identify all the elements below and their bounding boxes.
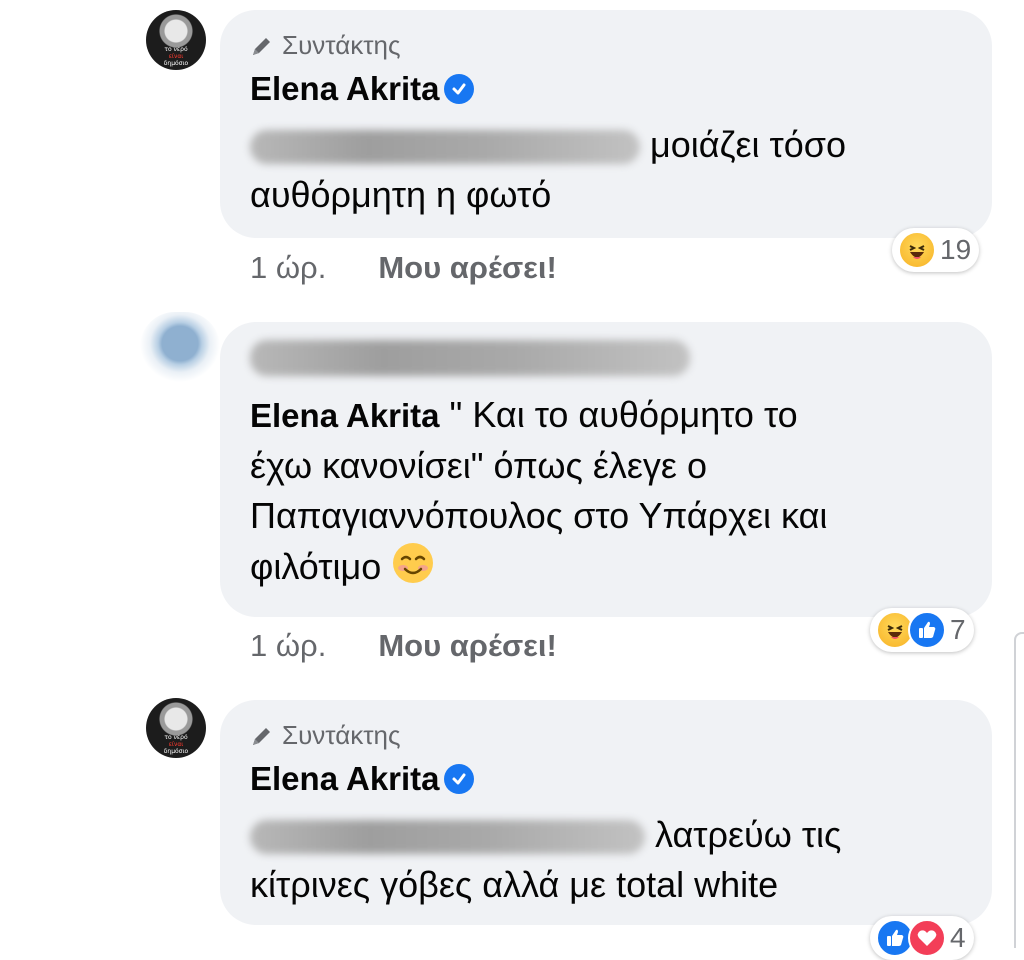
comment-bubble[interactable]: Συντάκτης Elena Akrita λατρεύω τις κίτρι… [220, 700, 992, 925]
redacted-author-line [250, 340, 700, 376]
scroll-container-edge [1014, 632, 1024, 948]
comment-text: Elena Akrita " Και το αυθόρμητο το έχω κ… [250, 390, 972, 598]
avatar-caption-line: το νερό [164, 734, 188, 741]
comment-bubble[interactable]: Συντάκτης Elena Akrita μοιάζει τόσο αυθό… [220, 10, 992, 238]
comment-text-segment: φιλότιμο [250, 546, 382, 587]
comment-text-segment: " Και το αυθόρμητο το [439, 394, 798, 435]
reaction-summary[interactable]: 19 [892, 228, 980, 272]
author-avatar[interactable]: το νερό είναι δημόσιο [146, 10, 206, 70]
verified-badge-icon [443, 74, 474, 104]
pencil-icon [253, 37, 270, 55]
role-label: Συντάκτης [282, 30, 401, 60]
redacted-author-name [250, 340, 690, 376]
reaction-summary[interactable]: 4 [870, 916, 974, 960]
timestamp[interactable]: 1 ώρ. [250, 628, 326, 664]
comment-text-line: αυθόρμητη η φωτό [250, 174, 552, 215]
comment-text-line: μοιάζει τόσο [250, 120, 972, 170]
comment-text-line: έχω κανονίσει" όπως έλεγε ο [250, 445, 707, 486]
avatar-caption-line: δημόσιο [163, 60, 189, 67]
timestamp[interactable]: 1 ώρ. [250, 250, 326, 286]
author-name[interactable]: Elena Akrita [250, 397, 440, 434]
comment-text-segment: λατρεύω τις [655, 814, 842, 855]
comment-text: λατρεύω τις κίτρινες γόβες αλλά με total… [250, 810, 972, 910]
avatar-caption-line: είναι [168, 741, 184, 748]
comment-text-segment: μοιάζει τόσο [650, 124, 846, 165]
author-line: Elena Akrita [250, 70, 474, 108]
haha-icon [898, 231, 936, 269]
reaction-count: 4 [950, 922, 966, 953]
reaction-summary[interactable]: 7 [870, 608, 974, 652]
comment-text-line: Παπαγιαννόπουλος στο Υπάρχει και [250, 495, 828, 536]
verified-badge-icon [443, 764, 474, 794]
author-name[interactable]: Elena Akrita [250, 70, 440, 108]
avatar-caption-line: δημόσιο [163, 748, 189, 755]
comment-text: μοιάζει τόσο αυθόρμητη η φωτό [250, 120, 972, 220]
comment-1: το νερό είναι δημόσιο Συντάκτης Elena Ak… [0, 0, 1024, 300]
avatar-caption-line: το νερό [164, 46, 188, 53]
comment-3: το νερό είναι δημόσιο Συντάκτης Elena Ak… [0, 690, 1024, 960]
love-icon [908, 919, 946, 957]
comment-text-line: κίτρινες γόβες αλλά με total white [250, 864, 779, 905]
comment-2: Elena Akrita " Και το αυθόρμητο το έχω κ… [0, 300, 1024, 680]
redacted-mention [250, 130, 640, 165]
reaction-count: 19 [940, 234, 972, 265]
comment-text-line: φιλότιμο [250, 541, 972, 598]
avatar-caption: το νερό είναι δημόσιο [146, 46, 206, 67]
comment-meta: 1 ώρ. Μου αρέσει! [250, 628, 557, 664]
reaction-count: 7 [950, 614, 966, 645]
author-avatar[interactable] [140, 312, 220, 382]
like-icon [908, 611, 946, 649]
author-avatar[interactable]: το νερό είναι δημόσιο [146, 698, 206, 758]
avatar-caption-line: είναι [168, 53, 184, 60]
author-role: Συντάκτης [250, 720, 401, 751]
like-button[interactable]: Μου αρέσει! [378, 250, 557, 286]
smiling-face-emoji-icon [391, 541, 435, 598]
comment-text-line: λατρεύω τις [250, 810, 972, 860]
comment-meta: 1 ώρ. Μου αρέσει! [250, 250, 557, 286]
avatar-caption: το νερό είναι δημόσιο [146, 734, 206, 755]
pencil-icon [253, 727, 270, 745]
author-role: Συντάκτης [250, 30, 401, 61]
author-line: Elena Akrita [250, 760, 474, 798]
redacted-mention [250, 820, 645, 855]
author-name[interactable]: Elena Akrita [250, 760, 440, 798]
like-button[interactable]: Μου αρέσει! [378, 628, 557, 664]
comment-bubble[interactable]: Elena Akrita " Και το αυθόρμητο το έχω κ… [220, 322, 992, 617]
role-label: Συντάκτης [282, 720, 401, 750]
comment-text-line: Elena Akrita " Και το αυθόρμητο το [250, 390, 972, 441]
